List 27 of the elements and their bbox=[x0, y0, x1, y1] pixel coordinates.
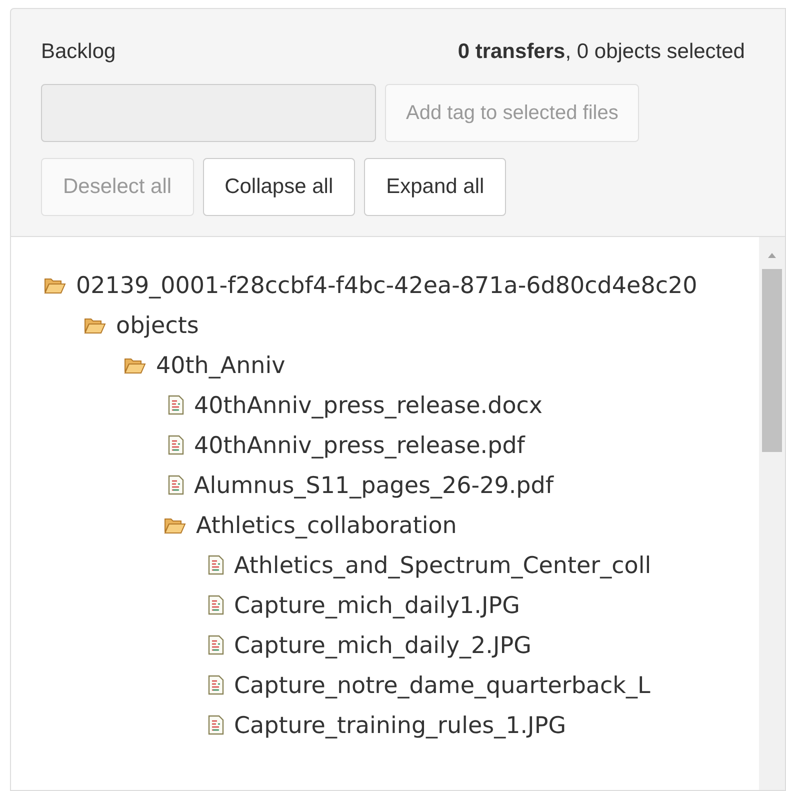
folder-label[interactable]: objects bbox=[116, 312, 199, 338]
toolbar-button[interactable]: Collapse all bbox=[202, 158, 356, 216]
document-icon bbox=[208, 674, 224, 694]
file-label[interactable]: Alumnus_S11_pages_26-29.pdf bbox=[194, 472, 554, 498]
document-icon bbox=[208, 594, 224, 614]
folder-label[interactable]: 02139_0001-f28ccbf4-f4bc-42ea-871a-6d80cd4e8c20 bbox=[76, 272, 698, 298]
selection-summary: 0 transfers, 0 objects selected bbox=[458, 39, 746, 65]
file-label[interactable]: Capture_mich_daily1.JPG bbox=[234, 592, 520, 618]
document-icon bbox=[168, 394, 184, 414]
folder-label[interactable]: Athletics_collaboration bbox=[196, 512, 457, 538]
document-icon bbox=[168, 474, 184, 494]
file-label[interactable]: Capture_mich_daily_2.JPG bbox=[234, 632, 532, 658]
file-label[interactable]: Athletics_and_Spectrum_Center_coll bbox=[234, 552, 652, 578]
panel-title: Backlog bbox=[41, 39, 116, 65]
document-icon bbox=[208, 554, 224, 574]
toolbar-button[interactable]: Expand all bbox=[364, 158, 506, 216]
file-label[interactable]: Capture_training_rules_1.JPG bbox=[234, 712, 566, 738]
scrollbar-thumb[interactable] bbox=[762, 268, 782, 452]
file-label[interactable]: 40thAnniv_press_release.pdf bbox=[194, 432, 525, 458]
scrollbar[interactable] bbox=[759, 236, 785, 790]
scroll-up-icon[interactable] bbox=[767, 250, 777, 258]
document-icon bbox=[208, 714, 224, 734]
document-icon bbox=[208, 634, 224, 654]
file-label[interactable]: 40thAnniv_press_release.docx bbox=[194, 392, 543, 418]
folder-label[interactable]: 40th_Anniv bbox=[156, 352, 286, 378]
document-icon bbox=[168, 434, 184, 454]
file-label[interactable]: Capture_notre_dame_quarterback_L bbox=[234, 672, 650, 698]
